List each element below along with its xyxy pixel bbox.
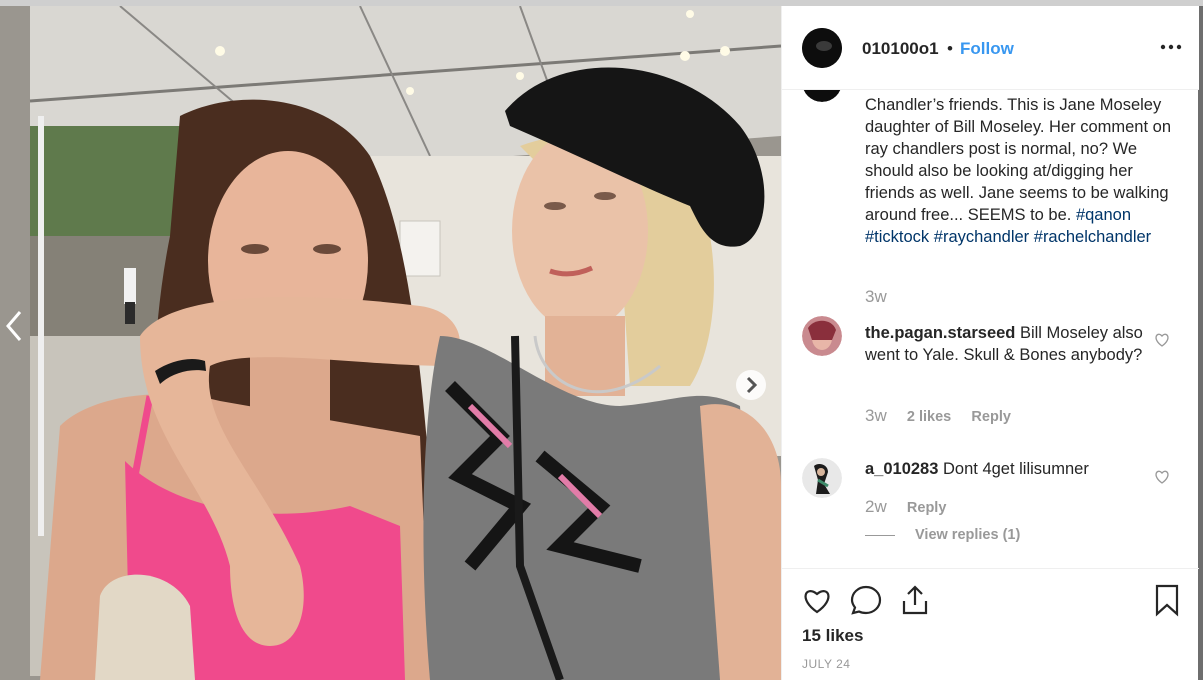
reply-button[interactable]: Reply <box>971 409 1011 425</box>
view-replies-line <box>865 535 895 536</box>
post-date[interactable]: JULY 24 <box>802 657 850 671</box>
caption-time[interactable]: 3w <box>865 287 887 307</box>
more-options-icon[interactable] <box>1158 32 1184 62</box>
hashtag-raychandler[interactable]: #raychandler <box>934 228 1029 246</box>
comments-list[interactable]: Chandler’s friends. This is Jane Moseley… <box>782 90 1199 568</box>
post-header: 010100o1 • Follow <box>782 6 1199 90</box>
comment-avatar[interactable] <box>802 316 842 356</box>
comment-like-heart-icon[interactable] <box>1154 469 1170 485</box>
post-side-panel: 010100o1 • Follow Chandler’s friends. Th… <box>781 6 1199 680</box>
action-bar: 15 likes JULY 24 <box>782 568 1199 680</box>
comment-text: a_010283 Dont 4get lilisumner <box>865 458 1155 480</box>
hashtag-qanon[interactable]: #qanon <box>1076 206 1131 224</box>
comment-icon[interactable] <box>849 583 883 617</box>
caption-avatar[interactable] <box>802 90 842 102</box>
comment-likes[interactable]: 2 likes <box>907 409 951 425</box>
photo-illustration <box>0 6 781 680</box>
comment-like-heart-icon[interactable] <box>1154 332 1170 348</box>
bookmark-icon[interactable] <box>1150 583 1184 617</box>
reply-button[interactable]: Reply <box>907 500 947 516</box>
comment-time[interactable]: 2w <box>865 497 887 516</box>
comment-username[interactable]: a_010283 <box>865 460 938 478</box>
post-username[interactable]: 010100o1 <box>862 39 939 59</box>
previous-arrow-icon[interactable] <box>2 306 26 346</box>
likes-count[interactable]: 15 likes <box>802 626 863 646</box>
next-arrow-icon[interactable] <box>736 370 766 400</box>
caption-text: Chandler’s friends. This is Jane Moseley… <box>865 94 1175 248</box>
heart-icon[interactable] <box>800 583 834 617</box>
share-icon[interactable] <box>898 583 932 617</box>
comment-username[interactable]: the.pagan.starseed <box>865 324 1015 342</box>
comment-body: Dont 4get lilisumner <box>938 460 1089 478</box>
comment-avatar[interactable] <box>802 458 842 498</box>
caption-body: Chandler’s friends. This is Jane Moseley… <box>865 96 1171 224</box>
hashtag-rachelchandler[interactable]: #rachelchandler <box>1034 228 1151 246</box>
hashtag-ticktock[interactable]: #ticktock <box>865 228 929 246</box>
comment-text: the.pagan.starseed Bill Moseley also wen… <box>865 322 1155 366</box>
separator-dot: • <box>947 39 953 58</box>
avatar[interactable] <box>802 28 842 68</box>
comment-time[interactable]: 3w <box>865 406 887 425</box>
view-replies-button[interactable]: View replies (1) <box>915 527 1020 543</box>
post-photo[interactable] <box>0 6 781 680</box>
comment-meta: 2w Reply <box>865 497 946 517</box>
comment-meta: 3w 2 likes Reply <box>865 406 1011 426</box>
follow-button[interactable]: Follow <box>960 39 1014 59</box>
